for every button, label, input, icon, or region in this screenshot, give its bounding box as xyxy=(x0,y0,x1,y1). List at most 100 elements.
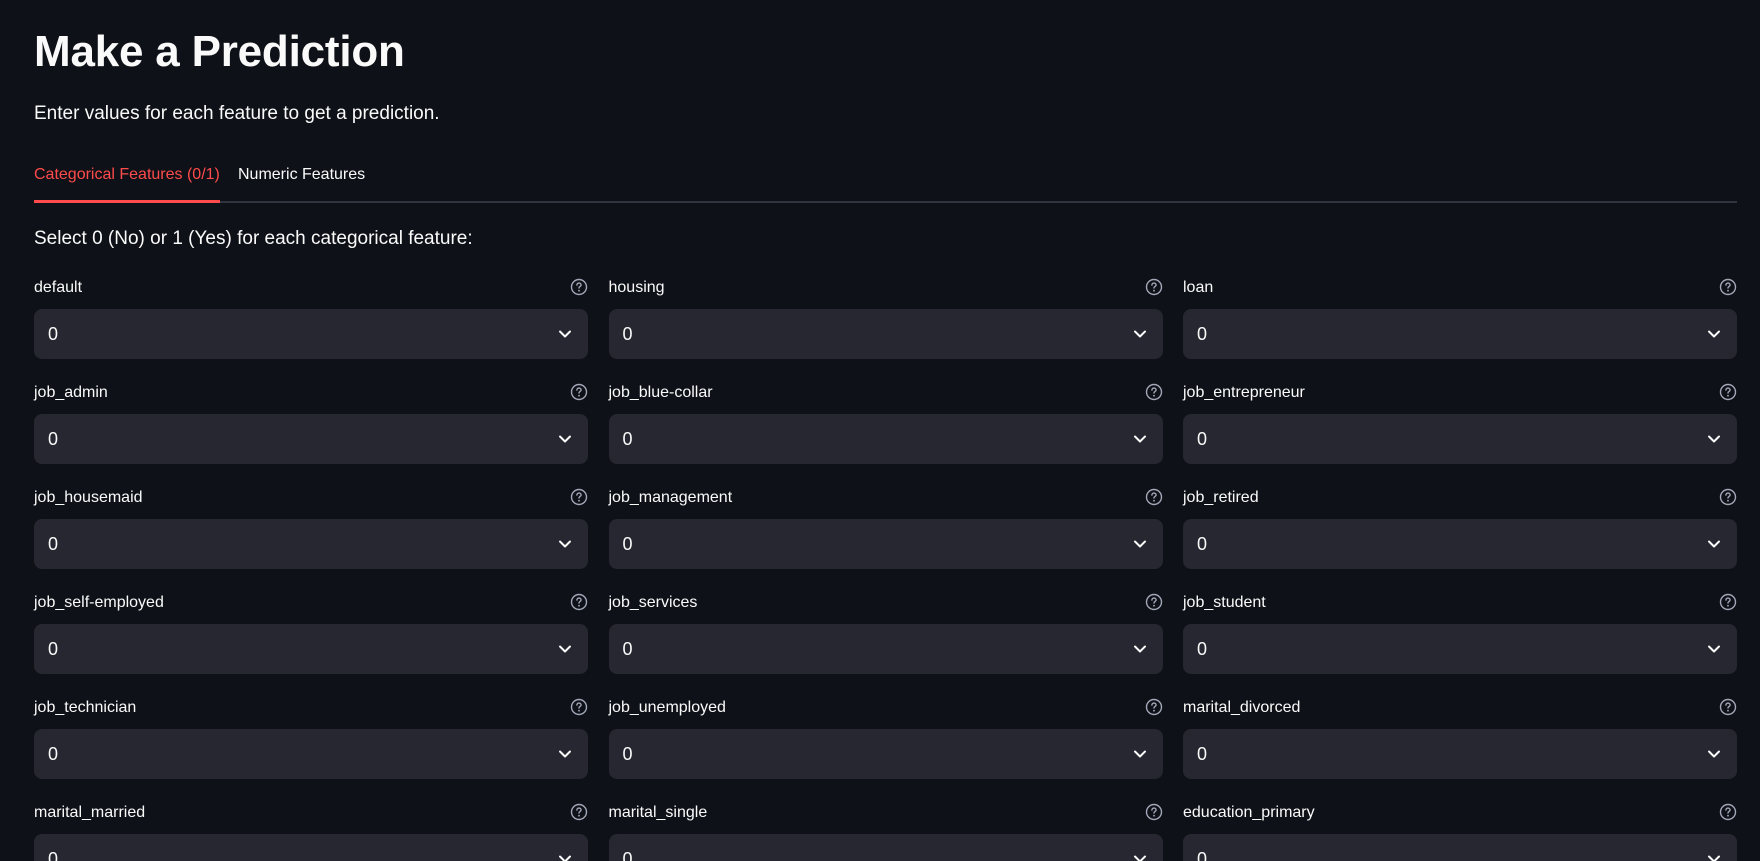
feature-field: job_admin 0 xyxy=(34,381,588,464)
feature-label: education_primary xyxy=(1183,804,1315,821)
feature-field: job_entrepreneur 0 xyxy=(1183,381,1737,464)
feature-select[interactable]: 0 xyxy=(1183,729,1737,779)
feature-label: default xyxy=(34,279,83,296)
chevron-down-icon xyxy=(1707,327,1721,341)
feature-field: housing 0 xyxy=(608,276,1163,359)
feature-label: job_blue-collar xyxy=(608,384,713,401)
select-value: 0 xyxy=(48,429,59,449)
feature-label: job_technician xyxy=(34,699,137,716)
feature-field: job_self-employed 0 xyxy=(34,591,588,674)
feature-field: job_unemployed 0 xyxy=(608,696,1163,779)
page-title: Make a Prediction xyxy=(34,27,405,76)
feature-select[interactable]: 0 xyxy=(34,519,588,569)
chevron-down-icon xyxy=(1707,537,1721,551)
help-circle-icon[interactable] xyxy=(1145,803,1163,821)
chevron-down-icon xyxy=(1133,747,1147,761)
tab-categorical-features[interactable]: Categorical Features (0/1) xyxy=(34,160,220,203)
feature-field: marital_married 0 xyxy=(34,801,588,861)
help-circle-icon[interactable] xyxy=(570,803,588,821)
feature-select[interactable]: 0 xyxy=(1183,624,1737,674)
help-circle-icon[interactable] xyxy=(1719,803,1737,821)
feature-label: job_management xyxy=(608,489,733,506)
help-circle-icon[interactable] xyxy=(570,488,588,506)
feature-field: marital_single 0 xyxy=(608,801,1163,861)
chevron-down-icon xyxy=(1707,432,1721,446)
feature-select[interactable]: 0 xyxy=(34,624,588,674)
select-value: 0 xyxy=(622,429,633,449)
feature-label: loan xyxy=(1183,279,1214,296)
feature-select[interactable]: 0 xyxy=(34,729,588,779)
feature-field: marital_divorced 0 xyxy=(1183,696,1737,779)
categorical-feature-grid: default 0 housing 0 loan 0 job_admin 0 job_blue-… xyxy=(34,276,1737,861)
feature-label: job_self-employed xyxy=(34,594,164,611)
chevron-down-icon xyxy=(1133,432,1147,446)
chevron-down-icon xyxy=(558,432,572,446)
feature-label: marital_single xyxy=(608,804,708,821)
feature-select[interactable]: 0 xyxy=(34,834,588,861)
categorical-instruction: Select 0 (No) or 1 (Yes) for each catego… xyxy=(34,228,473,249)
feature-select[interactable]: 0 xyxy=(34,414,588,464)
feature-label: job_student xyxy=(1183,594,1266,611)
help-circle-icon[interactable] xyxy=(1719,593,1737,611)
feature-select[interactable]: 0 xyxy=(608,519,1163,569)
feature-field: job_blue-collar 0 xyxy=(608,381,1163,464)
select-value: 0 xyxy=(1197,849,1208,861)
feature-label: job_admin xyxy=(34,384,108,401)
feature-label: job_retired xyxy=(1183,489,1259,506)
help-circle-icon[interactable] xyxy=(1145,593,1163,611)
feature-label: job_entrepreneur xyxy=(1183,384,1305,401)
select-value: 0 xyxy=(622,849,633,861)
feature-field: job_housemaid 0 xyxy=(34,486,588,569)
app-page: Make a Prediction Enter values for each … xyxy=(0,0,1760,861)
feature-select[interactable]: 0 xyxy=(608,309,1163,359)
feature-label: job_services xyxy=(608,594,698,611)
help-circle-icon[interactable] xyxy=(1145,278,1163,296)
chevron-down-icon xyxy=(558,537,572,551)
help-circle-icon[interactable] xyxy=(570,383,588,401)
help-circle-icon[interactable] xyxy=(1145,698,1163,716)
help-circle-icon[interactable] xyxy=(570,698,588,716)
feature-select[interactable]: 0 xyxy=(1183,414,1737,464)
help-circle-icon[interactable] xyxy=(1719,488,1737,506)
chevron-down-icon xyxy=(1133,537,1147,551)
chevron-down-icon xyxy=(558,642,572,656)
feature-select[interactable]: 0 xyxy=(608,834,1163,861)
feature-field: job_management 0 xyxy=(608,486,1163,569)
page-subtitle: Enter values for each feature to get a p… xyxy=(34,103,440,124)
help-circle-icon[interactable] xyxy=(1719,278,1737,296)
select-value: 0 xyxy=(622,324,633,344)
help-circle-icon[interactable] xyxy=(570,593,588,611)
feature-field: job_technician 0 xyxy=(34,696,588,779)
help-circle-icon[interactable] xyxy=(1145,383,1163,401)
help-circle-icon[interactable] xyxy=(1145,488,1163,506)
feature-field: loan 0 xyxy=(1183,276,1737,359)
feature-select[interactable]: 0 xyxy=(1183,834,1737,861)
feature-field: education_primary 0 xyxy=(1183,801,1737,861)
chevron-down-icon xyxy=(558,852,572,861)
select-value: 0 xyxy=(48,324,59,344)
feature-select[interactable]: 0 xyxy=(1183,309,1737,359)
select-value: 0 xyxy=(1197,429,1208,449)
select-value: 0 xyxy=(1197,639,1208,659)
chevron-down-icon xyxy=(558,747,572,761)
feature-select[interactable]: 0 xyxy=(608,729,1163,779)
select-value: 0 xyxy=(48,849,59,861)
help-circle-icon[interactable] xyxy=(1719,698,1737,716)
feature-field: job_retired 0 xyxy=(1183,486,1737,569)
feature-select[interactable]: 0 xyxy=(34,309,588,359)
chevron-down-icon xyxy=(1133,642,1147,656)
feature-field: job_services 0 xyxy=(608,591,1163,674)
help-circle-icon[interactable] xyxy=(570,278,588,296)
tab-numeric-features[interactable]: Numeric Features xyxy=(238,160,365,203)
feature-select[interactable]: 0 xyxy=(1183,519,1737,569)
feature-field: default 0 xyxy=(34,276,588,359)
chevron-down-icon xyxy=(1707,852,1721,861)
chevron-down-icon xyxy=(1707,642,1721,656)
select-value: 0 xyxy=(622,744,633,764)
help-circle-icon[interactable] xyxy=(1719,383,1737,401)
feature-label: job_unemployed xyxy=(608,699,726,716)
select-value: 0 xyxy=(622,639,633,659)
select-value: 0 xyxy=(1197,744,1208,764)
feature-select[interactable]: 0 xyxy=(608,624,1163,674)
feature-select[interactable]: 0 xyxy=(608,414,1163,464)
